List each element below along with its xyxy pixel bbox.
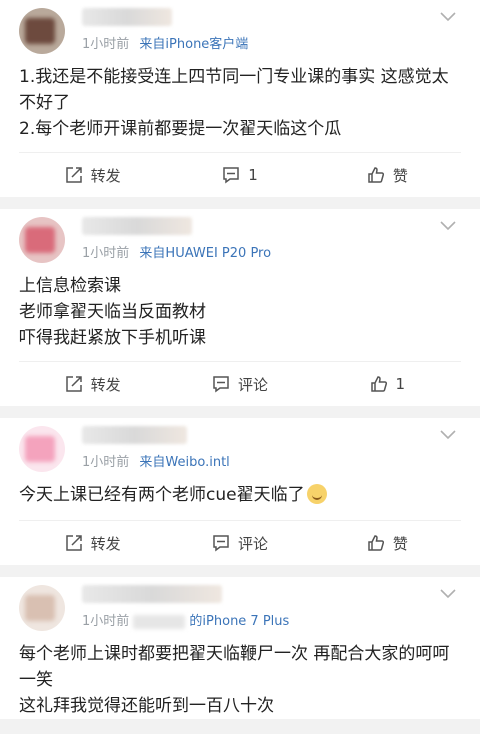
thinking-emoji-icon xyxy=(306,484,327,504)
post-time: 1小时前 xyxy=(82,455,130,470)
post-actions: 转发 评论 赞 xyxy=(19,520,461,565)
like-count: 1 xyxy=(395,375,406,393)
chevron-down-icon[interactable] xyxy=(440,589,456,599)
thumbs-up-icon xyxy=(368,167,384,183)
comment-button[interactable]: 评论 xyxy=(166,521,313,565)
username-redacted[interactable] xyxy=(82,585,222,603)
post-content: 上信息检索课 老师拿翟天临当反面教材 吓得我赶紧放下手机听课 xyxy=(0,273,480,357)
repost-label: 转发 xyxy=(90,375,121,394)
like-label: 赞 xyxy=(392,534,408,553)
post-source: 的iPhone 7 Plus xyxy=(189,614,290,629)
weibo-comment-feed: 1小时前 来自iPhone客户端 1.我还是不能接受连上四节同一门专业课的事实 … xyxy=(0,0,480,719)
avatar[interactable] xyxy=(19,8,65,54)
like-label: 赞 xyxy=(392,166,408,185)
post-line: 这礼拜我觉得还能听到一百八十次 xyxy=(19,696,274,716)
post-line: 老师拿翟天临当反面教材 xyxy=(19,302,206,322)
repost-button[interactable]: 转发 xyxy=(19,521,166,565)
source-redacted xyxy=(133,614,186,629)
post-meta: 1小时前 来自HUAWEI P20 Pro xyxy=(82,242,271,261)
post-source: 来自HUAWEI P20 Pro xyxy=(139,246,272,261)
repost-button[interactable]: 转发 xyxy=(19,362,166,406)
post-card: 1小时前 来自iPhone客户端 1.我还是不能接受连上四节同一门专业课的事实 … xyxy=(0,0,480,197)
repost-icon xyxy=(65,376,82,392)
post-header: 1小时前 来自HUAWEI P20 Pro xyxy=(0,209,480,273)
post-line: 每个老师上课时都要把翟天临鞭尸一次 再配合大家的呵呵一笑 xyxy=(19,644,450,690)
post-actions: 转发 1 赞 xyxy=(19,152,461,197)
comment-count: 1 xyxy=(248,166,258,184)
avatar[interactable] xyxy=(19,585,65,631)
repost-label: 转发 xyxy=(90,534,121,553)
post-content: 今天上课已经有两个老师cue翟天临了 xyxy=(0,482,480,514)
post-text: 今天上课已经有两个老师cue翟天临了 xyxy=(19,485,305,505)
thumbs-up-icon xyxy=(368,535,384,551)
chevron-down-icon[interactable] xyxy=(440,221,456,231)
comment-label: 评论 xyxy=(237,375,268,394)
repost-label: 转发 xyxy=(90,166,121,185)
post-time: 1小时前 xyxy=(82,246,130,261)
post-line: 2.每个老师开课前都要提一次翟天临这个瓜 xyxy=(19,119,342,139)
post-source: 来自Weibo.intl xyxy=(139,455,230,470)
avatar[interactable] xyxy=(19,426,65,472)
username-redacted[interactable] xyxy=(82,426,187,444)
repost-icon xyxy=(65,167,82,183)
post-line: 1.我还是不能接受连上四节同一门专业课的事实 这感觉太不好了 xyxy=(19,67,449,113)
post-card: 1小时前 来自Weibo.intl 今天上课已经有两个老师cue翟天临了 转发 … xyxy=(0,418,480,565)
comment-label: 评论 xyxy=(237,534,268,553)
post-meta: 1小时前 来自Weibo.intl xyxy=(82,451,230,470)
post-content: 1.我还是不能接受连上四节同一门专业课的事实 这感觉太不好了 2.每个老师开课前… xyxy=(0,64,480,148)
post-content: 每个老师上课时都要把翟天临鞭尸一次 再配合大家的呵呵一笑 这礼拜我觉得还能听到一… xyxy=(0,641,480,719)
username-redacted[interactable] xyxy=(82,217,192,235)
username-redacted[interactable] xyxy=(82,8,172,26)
comment-button[interactable]: 评论 xyxy=(166,362,313,406)
thumbs-up-icon xyxy=(370,376,387,392)
avatar[interactable] xyxy=(19,217,65,263)
chevron-down-icon[interactable] xyxy=(440,12,456,22)
post-source: 来自iPhone客户端 xyxy=(139,37,249,52)
repost-button[interactable]: 转发 xyxy=(19,153,166,197)
post-card: 1小时前 的iPhone 7 Plus 每个老师上课时都要把翟天临鞭尸一次 再配… xyxy=(0,577,480,719)
post-header: 1小时前 来自Weibo.intl xyxy=(0,418,480,482)
post-header: 1小时前 的iPhone 7 Plus xyxy=(0,577,480,641)
comment-icon xyxy=(213,376,229,393)
like-button[interactable]: 1 xyxy=(314,362,461,406)
chevron-down-icon[interactable] xyxy=(440,430,456,440)
post-header: 1小时前 来自iPhone客户端 xyxy=(0,0,480,64)
post-card: 1小时前 来自HUAWEI P20 Pro 上信息检索课 老师拿翟天临当反面教材… xyxy=(0,209,480,406)
post-meta: 1小时前 的iPhone 7 Plus xyxy=(82,610,289,629)
post-line: 吓得我赶紧放下手机听课 xyxy=(19,328,206,348)
like-button[interactable]: 赞 xyxy=(314,153,461,197)
post-time: 1小时前 xyxy=(82,614,130,629)
post-line: 今天上课已经有两个老师cue翟天临了 xyxy=(19,482,456,508)
post-line: 上信息检索课 xyxy=(19,276,121,296)
comment-button[interactable]: 1 xyxy=(166,153,313,197)
post-actions: 转发 评论 1 xyxy=(19,361,461,406)
comment-icon xyxy=(223,167,239,184)
post-meta: 1小时前 来自iPhone客户端 xyxy=(82,33,248,52)
repost-icon xyxy=(65,535,82,551)
comment-icon xyxy=(213,535,229,552)
like-button[interactable]: 赞 xyxy=(314,521,461,565)
post-time: 1小时前 xyxy=(82,37,130,52)
